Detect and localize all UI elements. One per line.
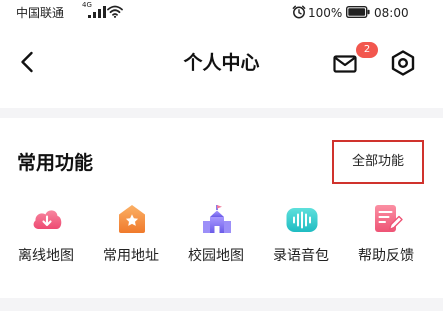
- feature-common-address[interactable]: 常用地址: [91, 200, 171, 280]
- feature-voice-pack[interactable]: 录语音包: [261, 200, 341, 280]
- chevron-left-icon: [21, 51, 33, 73]
- section-title: 常用功能: [17, 152, 94, 174]
- common-features-card: 常用功能 全部功能 离线地图 常用地址 校园地图 录语音包 帮助反馈: [0, 118, 443, 298]
- feature-offline-map[interactable]: 离线地图: [6, 200, 86, 280]
- feature-label: 离线地图: [18, 248, 74, 264]
- feature-label: 校园地图: [188, 248, 244, 264]
- feedback-edit-icon: [375, 205, 403, 232]
- feature-campus-map[interactable]: 校园地图: [176, 200, 256, 280]
- carrier-name: 中国联通: [16, 6, 65, 20]
- wifi-icon: [107, 5, 123, 18]
- unread-badge: 2: [356, 42, 378, 58]
- alarm-icon: [292, 5, 306, 19]
- nav-bar: 个人中心 2: [0, 26, 443, 108]
- school-building-icon: [203, 205, 231, 233]
- cloud-download-icon: [33, 210, 62, 229]
- status-bar: 中国联通 4G 100% 08:00: [0, 0, 443, 26]
- feature-label: 录语音包: [273, 248, 329, 264]
- messages-button[interactable]: [331, 50, 359, 78]
- all-features-link[interactable]: 全部功能: [332, 140, 424, 184]
- home-star-icon: [119, 205, 145, 233]
- feature-label: 帮助反馈: [358, 248, 414, 264]
- signal-icon: [88, 6, 106, 18]
- clock: 08:00: [374, 6, 409, 20]
- battery-icon: [346, 6, 370, 18]
- feature-label: 常用地址: [103, 248, 159, 264]
- settings-button[interactable]: [388, 48, 418, 78]
- voice-wave-icon: [286, 208, 318, 232]
- settings-icon: [391, 50, 415, 76]
- mail-icon: [333, 55, 357, 73]
- screen: 中国联通 4G 100% 08:00 个人中心 2 常用功能 全部功能 离线地图…: [0, 0, 443, 311]
- feature-grid: 离线地图 常用地址 校园地图 录语音包 帮助反馈: [0, 200, 443, 280]
- battery-percent: 100%: [308, 6, 343, 20]
- feature-help-feedback[interactable]: 帮助反馈: [346, 200, 426, 280]
- back-button[interactable]: [14, 48, 42, 76]
